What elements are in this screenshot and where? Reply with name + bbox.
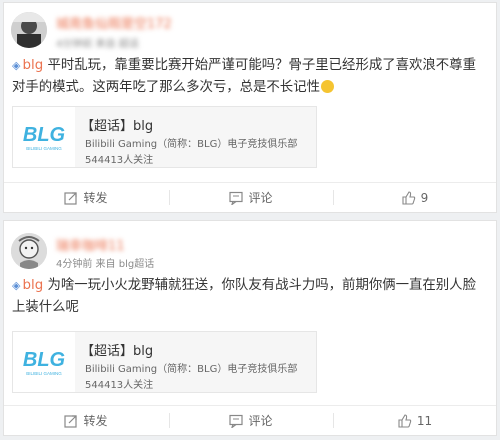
like-button[interactable]: 11 (333, 406, 497, 435)
diamond-topic-icon: ◈ (12, 59, 21, 72)
comment-icon (229, 414, 244, 428)
divider (333, 413, 334, 428)
action-bar: 转发 评论 11 (4, 405, 496, 435)
supertopic-followers: 544413人关注 (85, 380, 154, 391)
thumbs-up-icon (398, 413, 412, 428)
divider (333, 190, 334, 205)
repost-label: 转发 (83, 414, 108, 428)
like-count: 11 (416, 413, 433, 428)
thumbs-up-icon (402, 190, 415, 205)
repost-button[interactable]: 转发 (4, 183, 168, 212)
comment-icon (229, 191, 244, 205)
avatar[interactable] (11, 233, 47, 269)
comment-label: 评论 (248, 191, 273, 205)
logo-caption: BILIBILI GAMING (26, 146, 62, 151)
post-meta: 4分钟前 来自 blg超话 (56, 259, 155, 270)
share-icon (64, 191, 78, 205)
supertopic-title[interactable]: 【超话】blg (81, 115, 153, 134)
action-bar: 转发 评论 9 (4, 182, 496, 212)
blg-logo: BLG BILIBILI GAMING (13, 107, 75, 167)
topic-link[interactable]: ◈ blg (12, 278, 43, 293)
divider (169, 413, 170, 428)
repost-label: 转发 (83, 191, 108, 205)
post-card: 城南鱼仙瑕是空172 4分钟前 来自 超话 ◈ blg 平时乱玩，靠重要比赛开始严… (3, 2, 497, 213)
username[interactable]: 瑞幸咖啡11 (56, 235, 125, 254)
supertopic-card[interactable]: BLG BILIBILI GAMING 【超话】blg Bilibili Gam… (12, 331, 317, 393)
repost-button[interactable]: 转发 (4, 406, 168, 435)
supertopic-subtitle: Bilibili Gaming（简称：BLG）电子竞技俱乐部 (85, 364, 298, 375)
logo-caption: BILIBILI GAMING (26, 371, 62, 376)
supertopic-card[interactable]: BLG BILIBILI GAMING 【超话】blg Bilibili Gam… (12, 106, 317, 168)
supertopic-subtitle: Bilibili Gaming（简称：BLG）电子竞技俱乐部 (85, 139, 298, 150)
post-text: ◈ blg 平时乱玩，靠重要比赛开始严谨可能吗？骨子里已经形成了喜欢浪不尊重对手的… (12, 58, 476, 95)
post-text: ◈ blg 为啥一玩小火龙野辅就狂送，你队友有战斗力吗，前期你俩一直在别人脸上装什… (12, 278, 476, 315)
comment-button[interactable]: 评论 (169, 406, 333, 435)
logo-text: BLG (23, 124, 65, 146)
logo-text: BLG (23, 349, 65, 371)
like-count: 9 (420, 190, 429, 205)
avatar[interactable] (11, 12, 47, 48)
post-meta: 4分钟前 来自 超话 (56, 39, 139, 50)
supertopic-title[interactable]: 【超话】blg (81, 340, 153, 359)
share-icon (64, 414, 78, 428)
comment-button[interactable]: 评论 (169, 183, 333, 212)
blg-logo: BLG BILIBILI GAMING (13, 332, 75, 392)
supertopic-followers: 544413人关注 (85, 155, 154, 166)
username[interactable]: 城南鱼仙瑕是空172 (56, 13, 172, 32)
comment-label: 评论 (248, 414, 273, 428)
emoji-icon (320, 80, 334, 93)
topic-link[interactable]: ◈ blg (12, 58, 43, 73)
weibo-feed: 城南鱼仙瑕是空172 4分钟前 来自 超话 ◈ blg 平时乱玩，靠重要比赛开始严… (0, 0, 500, 440)
like-button[interactable]: 9 (333, 183, 497, 212)
divider (169, 190, 170, 205)
post-card: 瑞幸咖啡11 4分钟前 来自 blg超话 ◈ blg 为啥一玩小火龙野辅就狂送，你… (3, 220, 497, 436)
diamond-topic-icon: ◈ (12, 279, 21, 292)
